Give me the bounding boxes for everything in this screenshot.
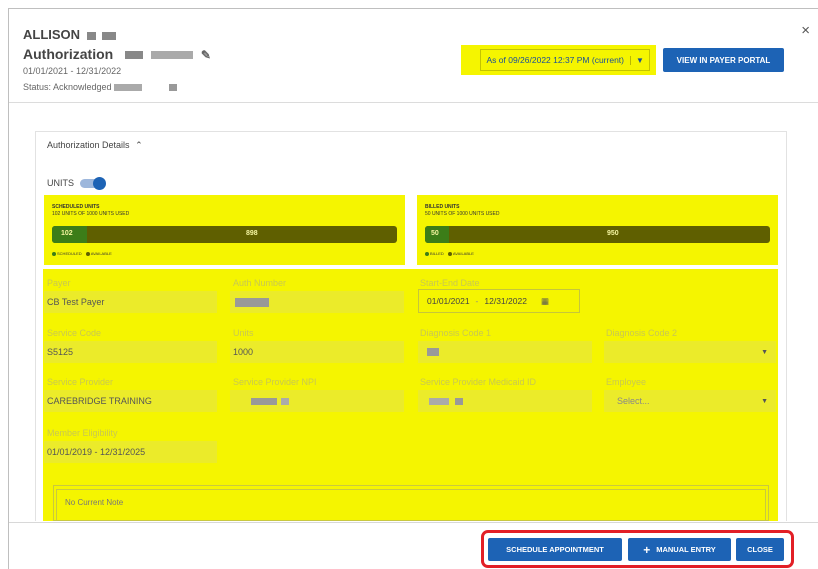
units-toggle-label: UNITS — [47, 178, 74, 188]
status-text: Status: Acknowledged — [23, 82, 177, 92]
payer-label: Payer — [47, 278, 71, 288]
diagnosis-code-2-select[interactable]: ▼ — [604, 341, 776, 363]
legend-dot — [52, 251, 56, 256]
service-provider-medicaid-field[interactable] — [418, 390, 592, 412]
scheduled-units-bar: 102 898 — [52, 226, 397, 243]
legend-available: AVAILABLE — [452, 251, 474, 256]
redacted-block — [455, 397, 463, 405]
authorization-details-header[interactable]: Authorization Details ⌃ — [47, 140, 143, 151]
payer-field[interactable]: CB Test Payer — [44, 291, 217, 313]
manual-entry-label: MANUAL ENTRY — [656, 545, 716, 554]
auth-number-field[interactable] — [230, 291, 404, 313]
legend-dot — [85, 251, 90, 256]
calendar-icon[interactable]: ▦ — [541, 296, 549, 307]
units-toggle[interactable] — [80, 176, 106, 190]
scheduled-units-panel: SCHEDULED UNITS 102 UNITS OF 1000 UNITS … — [44, 195, 405, 265]
scheduled-units-subtitle: 102 UNITS OF 1000 UNITS USED — [52, 211, 130, 217]
manual-entry-button[interactable]: + MANUAL ENTRY — [628, 538, 731, 561]
billed-units-subtitle: 50 UNITS OF 1000 UNITS USED — [425, 211, 500, 217]
units-toggle-row: UNITS — [47, 176, 106, 190]
auth-title: Authorization ✎ — [23, 46, 211, 62]
billed-legend: BILLED AVAILABLE — [425, 251, 474, 256]
redacted-block — [102, 31, 117, 40]
employee-placeholder: Select... — [617, 396, 650, 406]
auth-number-label: Auth Number — [233, 278, 287, 288]
redacted-block — [427, 348, 439, 356]
patient-name-text: ALLISON — [23, 27, 81, 42]
employee-label: Employee — [606, 377, 647, 387]
legend-available: AVAILABLE — [90, 251, 112, 256]
units-field[interactable]: 1000 — [230, 341, 404, 363]
service-provider-npi-field[interactable] — [230, 390, 404, 412]
service-code-label: Service Code — [47, 328, 102, 338]
start-end-date-label: Start-End Date — [420, 278, 480, 288]
billed-units-bar: 50 950 — [425, 226, 770, 243]
start-end-date-field[interactable]: 01/01/2021 - 12/31/2022 ▦ — [418, 289, 580, 313]
billed-used-value: 50 — [431, 230, 439, 237]
service-code-field[interactable]: S5125 — [44, 341, 217, 363]
service-provider-npi-label: Service Provider NPI — [233, 377, 317, 387]
start-date: 01/01/2021 — [427, 296, 470, 306]
close-button[interactable]: CLOSE — [736, 538, 784, 561]
authorization-details-title: Authorization Details — [47, 140, 130, 150]
chevron-down-icon[interactable]: ▼ — [761, 398, 768, 405]
redacted-block — [429, 397, 449, 405]
legend-dot — [447, 251, 452, 256]
billed-available-value: 950 — [607, 230, 619, 237]
diagnosis-code-1-label: Diagnosis Code 1 — [420, 328, 492, 338]
member-eligibility-label: Member Eligibility — [47, 428, 118, 438]
billed-units-panel: BILLED UNITS 50 UNITS OF 1000 UNITS USED… — [417, 195, 778, 265]
redacted-block — [251, 397, 277, 405]
redacted-block — [114, 84, 143, 92]
member-eligibility-field: 01/01/2019 - 12/31/2025 — [44, 441, 217, 463]
close-icon[interactable]: × — [801, 22, 810, 39]
redacted-block — [125, 51, 144, 60]
legend-dot — [425, 251, 429, 256]
redacted-block — [151, 51, 193, 60]
scheduled-available-value: 898 — [246, 230, 258, 237]
patient-name: ALLISON — [23, 27, 117, 42]
as-of-value: As of 09/26/2022 12:37 PM (current) — [486, 55, 625, 65]
schedule-appointment-button[interactable]: SCHEDULE APPOINTMENT — [488, 538, 622, 561]
auth-title-text: Authorization — [23, 46, 114, 62]
pencil-icon[interactable]: ✎ — [201, 48, 211, 62]
header-divider — [9, 102, 818, 103]
legend-billed: BILLED — [430, 251, 444, 256]
redacted-block — [168, 84, 177, 92]
scheduled-units-title: SCHEDULED UNITS — [52, 204, 100, 210]
billed-units-title: BILLED UNITS — [425, 204, 460, 210]
employee-select[interactable]: Select... ▼ — [604, 390, 776, 412]
chevron-down-icon[interactable]: ▼ — [761, 349, 768, 356]
units-field-label: Units — [233, 328, 254, 338]
diagnosis-code-1-field[interactable] — [418, 341, 592, 363]
legend-scheduled: SCHEDULED — [57, 251, 82, 256]
note-box[interactable]: No Current Note — [56, 489, 766, 521]
footer-divider — [9, 522, 818, 523]
view-in-payer-portal-button[interactable]: VIEW IN PAYER PORTAL — [663, 48, 784, 72]
status-label: Status: Acknowledged — [23, 82, 112, 92]
service-provider-medicaid-label: Service Provider Medicaid ID — [420, 377, 537, 387]
chevron-down-icon[interactable]: ▼ — [630, 55, 649, 65]
date-range: 01/01/2021 - 12/31/2022 — [23, 66, 122, 76]
as-of-select[interactable]: As of 09/26/2022 12:37 PM (current) ▼ — [479, 49, 650, 71]
scheduled-used-value: 102 — [61, 230, 73, 237]
redacted-block — [235, 297, 269, 307]
plus-icon: + — [643, 542, 651, 557]
end-date: 12/31/2022 — [484, 296, 527, 306]
note-text: No Current Note — [65, 498, 124, 507]
redacted-block — [86, 31, 96, 40]
scheduled-legend: SCHEDULED AVAILABLE — [52, 251, 112, 256]
service-provider-label: Service Provider — [47, 377, 114, 387]
chevron-up-icon[interactable]: ⌃ — [135, 140, 143, 150]
as-of-highlight: As of 09/26/2022 12:37 PM (current) ▼ — [461, 45, 656, 75]
date-separator: - — [475, 296, 479, 306]
diagnosis-code-2-label: Diagnosis Code 2 — [606, 328, 678, 338]
service-provider-field[interactable]: CAREBRIDGE TRAINING — [44, 390, 217, 412]
redacted-block — [281, 397, 289, 405]
